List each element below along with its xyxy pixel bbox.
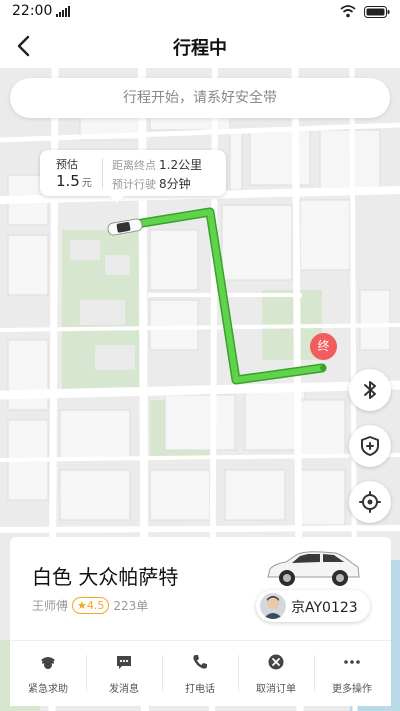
cancel-icon [268, 654, 284, 670]
safety-notice: 行程开始，请系好安全带 [10, 78, 390, 118]
avatar [260, 593, 286, 619]
driver-info: 王师傅 ★4.5 223单 [32, 597, 148, 614]
action-label: 发消息 [109, 684, 139, 695]
locate-icon [359, 491, 381, 513]
shield-icon [361, 436, 379, 456]
time-label: 预计行驶 [112, 178, 156, 191]
distance-value: 1.2公里 [159, 158, 203, 172]
action-label: 紧急求助 [28, 684, 68, 695]
price-unit: 元 [81, 178, 92, 189]
status-bar: 22:00 [0, 0, 400, 24]
trip-info-bubble: 预估 1.5 元 距离终点 1.2公里 预计行驶 8分钟 [40, 150, 226, 203]
nav-bar: 行程中 [0, 24, 400, 68]
driver-name: 王师傅 [32, 599, 69, 613]
page-title: 行程中 [173, 38, 227, 59]
estimate-label: 预估 [56, 158, 78, 171]
estimate-price: 1.5 元 [56, 172, 92, 190]
action-label: 更多操作 [332, 684, 372, 695]
status-time: 22:00 [12, 3, 53, 19]
emergency-help-button[interactable]: 紧急求助 [10, 641, 86, 706]
battery-icon [364, 6, 390, 18]
safety-shield-button[interactable] [349, 425, 391, 467]
driver-card: 白色 大众帕萨特 王师傅 ★4.5 223单 京AY0123 [10, 537, 391, 640]
plate-pill: 京AY0123 [256, 590, 370, 622]
phone-icon [193, 655, 207, 669]
rating-badge: ★4.5 [72, 597, 110, 614]
wifi-icon [340, 5, 356, 18]
police-icon [41, 657, 55, 669]
action-label: 打电话 [185, 684, 215, 695]
message-icon [117, 656, 131, 669]
locate-button[interactable] [349, 481, 391, 523]
distance-line: 距离终点 1.2公里 [112, 156, 202, 173]
license-plate: 京AY0123 [291, 600, 358, 616]
car-description: 白色 大众帕萨特 [32, 565, 179, 589]
send-message-button[interactable]: 发消息 [86, 641, 162, 706]
order-count: 223单 [113, 599, 149, 613]
time-value: 8分钟 [159, 177, 191, 191]
divider [102, 158, 103, 188]
car-image [267, 551, 360, 586]
destination-marker: 终 [310, 333, 337, 360]
action-label: 取消订单 [256, 684, 296, 695]
distance-label: 距离终点 [112, 159, 156, 172]
price-value: 1.5 [56, 172, 80, 190]
more-actions-button[interactable]: 更多操作 [314, 641, 390, 706]
bluetooth-button[interactable] [349, 369, 391, 411]
action-bar: 紧急求助 发消息 打电话 取消订单 更多操作 [10, 640, 391, 706]
cancel-order-button[interactable]: 取消订单 [238, 641, 314, 706]
time-line: 预计行驶 8分钟 [112, 175, 191, 192]
bluetooth-icon [364, 381, 376, 399]
signal-icon [56, 6, 70, 17]
road [0, 524, 400, 534]
more-icon [344, 660, 360, 664]
call-button[interactable]: 打电话 [162, 641, 238, 706]
